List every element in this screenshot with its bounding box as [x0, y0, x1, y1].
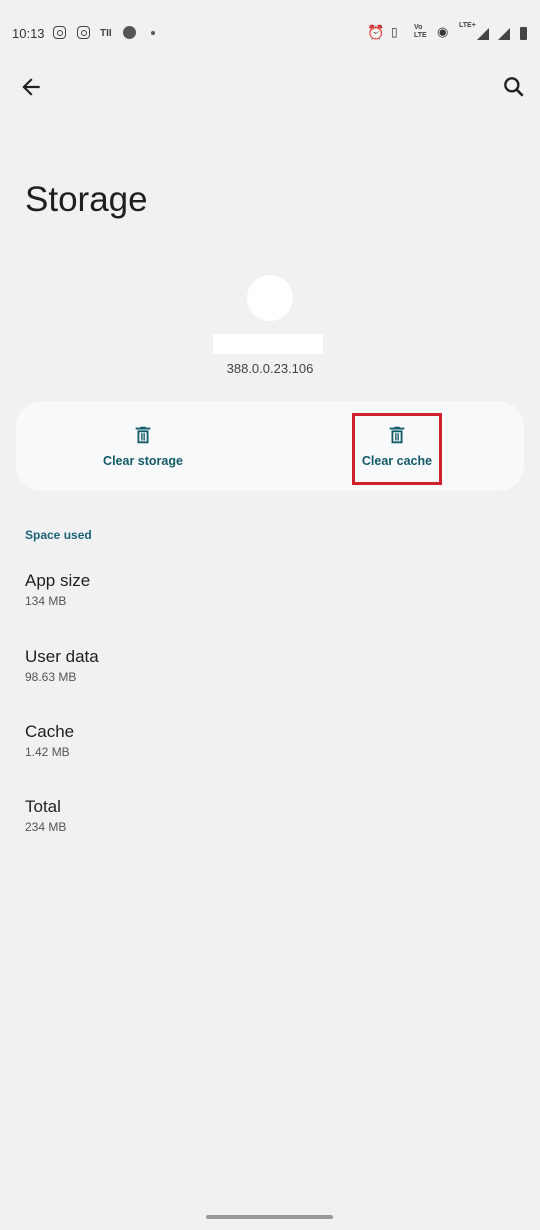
highlight-box — [352, 413, 442, 485]
clear-storage-button[interactable]: Clear storage — [16, 401, 270, 491]
instagram-icon — [53, 26, 66, 39]
status-bar: 10:13 TII ⏰ ▯ Vo LTE ◉ LTE+ — [0, 22, 540, 44]
item-label: Cache — [25, 722, 75, 741]
item-label: App size — [25, 571, 91, 590]
item-value: 98.63 MB — [25, 670, 77, 684]
actions-card: Clear storage Clear cache — [16, 401, 524, 491]
item-value: 134 MB — [25, 594, 67, 608]
status-time: 10:13 — [12, 26, 45, 41]
search-button[interactable] — [501, 74, 527, 100]
vibrate-icon: ▯ — [391, 25, 398, 39]
item-value: 234 MB — [25, 820, 67, 834]
app-version: 388.0.0.23.106 — [226, 361, 314, 376]
back-button[interactable] — [18, 74, 44, 100]
battery-icon — [520, 27, 527, 40]
signal-icon — [498, 28, 510, 40]
item-value: 1.42 MB — [25, 745, 70, 759]
notification-dot-icon — [151, 31, 155, 35]
page-title: Storage — [25, 180, 148, 219]
hotspot-icon: ◉ — [437, 24, 449, 39]
list-item-total: Total 234 MB — [25, 797, 66, 834]
list-item-app-size: App size 134 MB — [25, 571, 90, 608]
carrier-icon: TII — [100, 28, 112, 39]
instagram-icon — [77, 26, 90, 39]
alarm-icon: ⏰ — [367, 24, 385, 40]
clear-storage-label: Clear storage — [103, 454, 183, 468]
gesture-nav-handle[interactable] — [206, 1215, 333, 1219]
list-item-user-data: User data 98.63 MB — [25, 647, 99, 684]
app-icon — [247, 275, 293, 321]
lte-label: LTE+ — [459, 22, 476, 29]
search-icon — [504, 77, 524, 97]
item-label: Total — [25, 797, 61, 816]
section-heading: Space used — [25, 528, 92, 542]
arrow-left-icon — [22, 78, 40, 96]
dot-icon — [123, 26, 136, 39]
item-label: User data — [25, 647, 99, 666]
signal-icon — [477, 28, 489, 40]
trash-icon — [135, 426, 151, 444]
list-item-cache: Cache 1.42 MB — [25, 722, 74, 759]
app-name-redacted — [213, 334, 323, 354]
volte-icon: Vo LTE — [414, 24, 427, 39]
